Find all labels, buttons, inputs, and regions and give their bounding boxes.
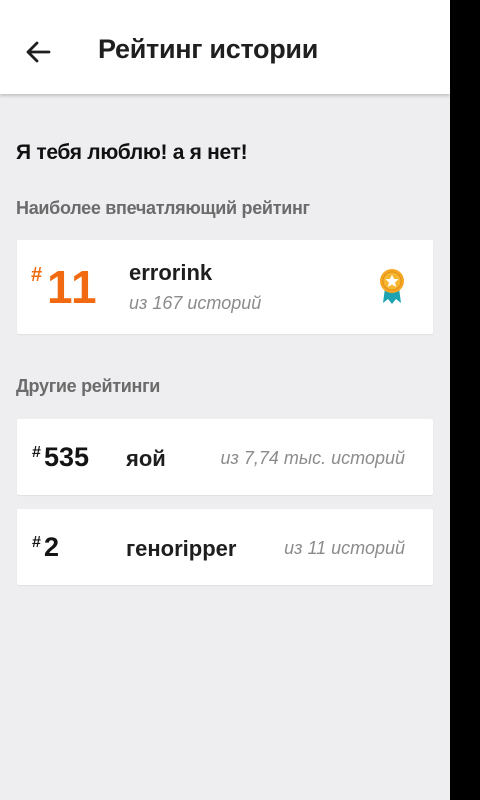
- back-button[interactable]: [18, 32, 58, 72]
- rank-number: 2: [44, 532, 60, 562]
- tag-name: errorink: [129, 260, 213, 285]
- rank-subtitle: из 167 историй: [129, 293, 262, 313]
- page-title: Рейтинг истории: [98, 34, 318, 64]
- arrow-left-icon: [26, 41, 51, 63]
- ranking-row[interactable]: # 535 яой из 7,74 тыс. историй: [17, 419, 433, 495]
- app-bar: Рейтинг истории: [0, 0, 450, 94]
- ranking-row[interactable]: # 2 геноripper из 11 историй: [17, 509, 433, 585]
- rank-hash: #: [32, 534, 41, 551]
- tag-name: геноripper: [126, 536, 237, 561]
- best-ranking-label: Наиболее впечатляющий рейтинг: [16, 198, 310, 218]
- other-rankings-label: Другие рейтинги: [16, 376, 161, 396]
- screen: Рейтинг истории Я тебя люблю! а я нет! Н…: [0, 0, 450, 800]
- rank-subtitle: из 7,74 тыс. историй: [220, 448, 406, 468]
- rank-subtitle: из 11 историй: [284, 538, 405, 558]
- story-title: Я тебя люблю! а я нет!: [16, 141, 248, 164]
- tag-name: яой: [126, 446, 166, 471]
- rank-number: 535: [44, 442, 90, 472]
- rank-hash: #: [32, 444, 41, 461]
- rank-hash: #: [31, 264, 43, 286]
- rank-number: 11: [47, 261, 98, 313]
- best-ranking-card[interactable]: # 11 errorink из 167 историй: [17, 240, 433, 334]
- star-medal-icon: [380, 269, 404, 304]
